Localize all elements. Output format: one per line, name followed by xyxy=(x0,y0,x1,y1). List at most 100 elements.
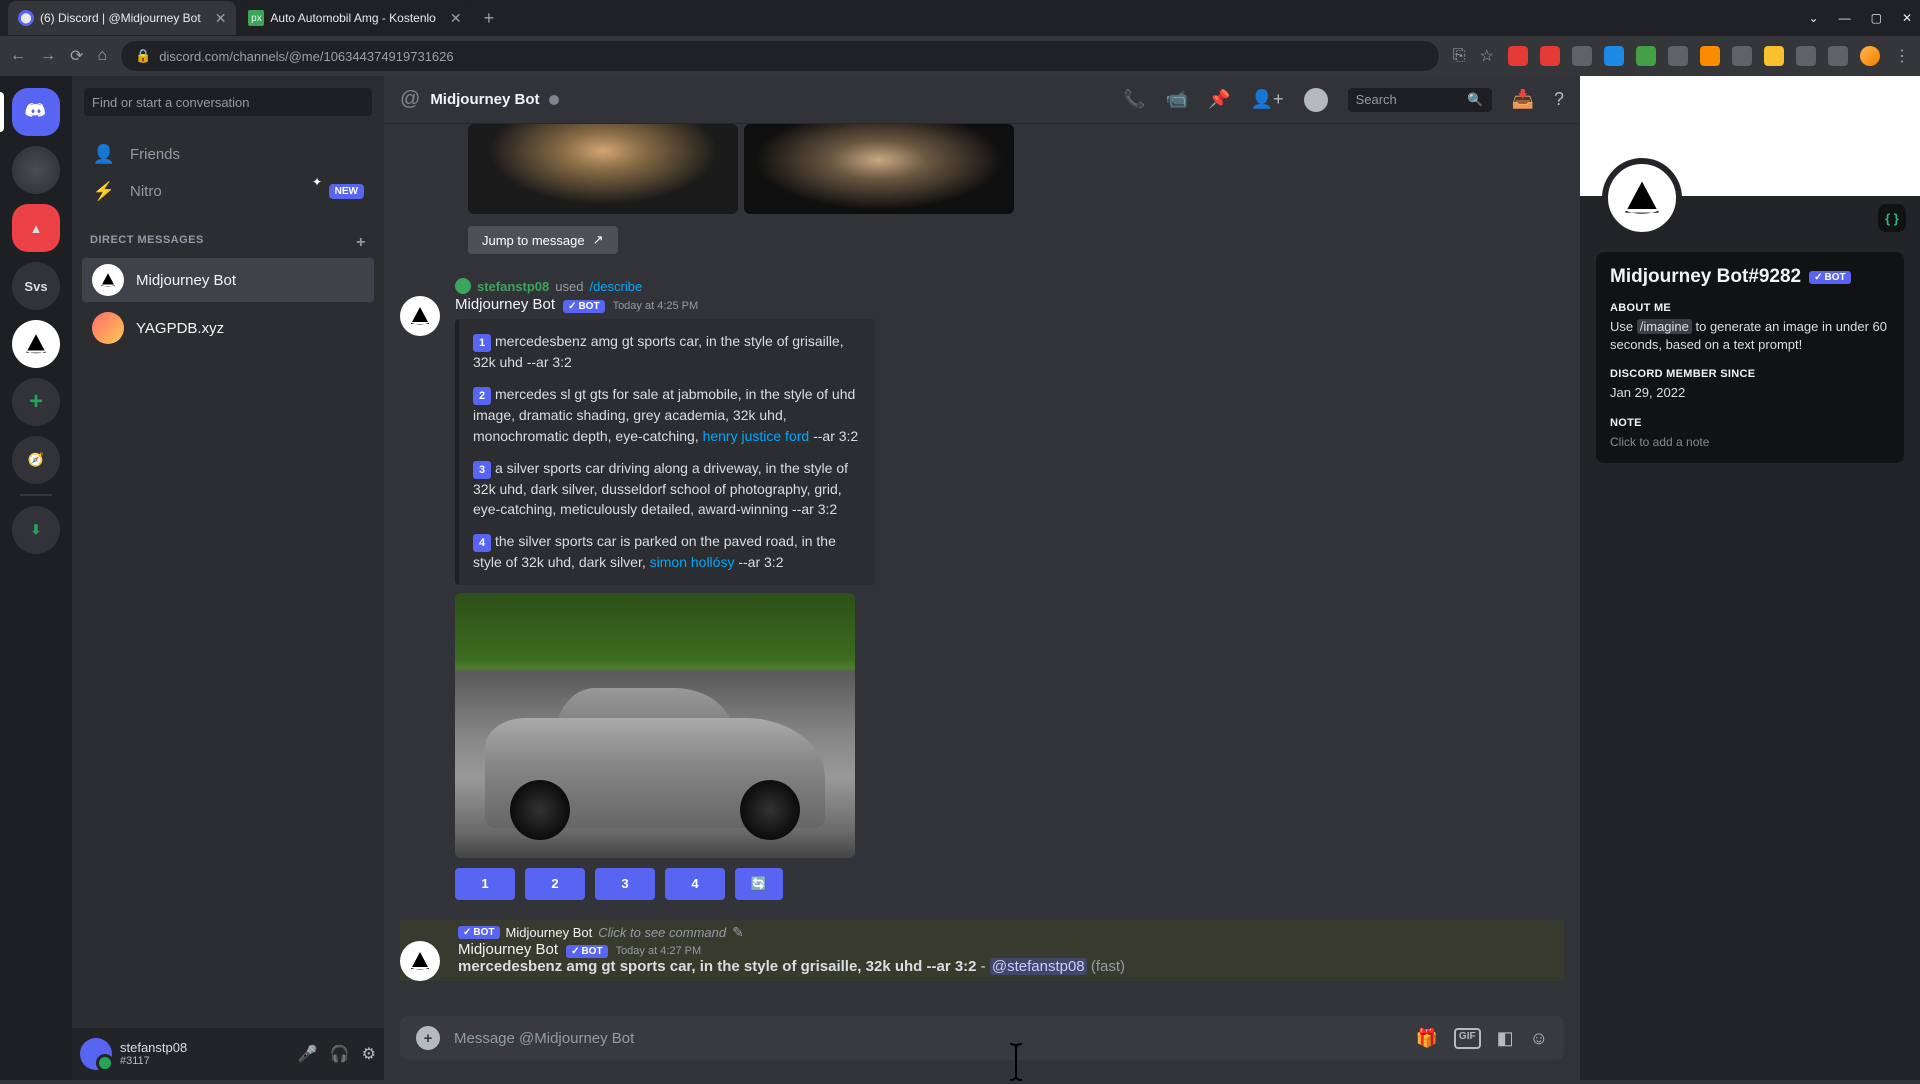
button-row: 1 2 3 4 🔄 xyxy=(455,868,1564,900)
extension-icon[interactable] xyxy=(1572,46,1592,66)
extension-icon[interactable] xyxy=(1764,46,1784,66)
browser-tab-active[interactable]: ⬤ (6) Discord | @Midjourney Bot ✕ xyxy=(8,1,236,35)
message-author[interactable]: Midjourney Bot xyxy=(455,296,555,313)
note-input[interactable]: Click to add a note xyxy=(1610,435,1890,449)
extension-icon[interactable] xyxy=(1668,46,1688,66)
address-bar[interactable]: 🔒 discord.com/channels/@me/1063443749197… xyxy=(121,41,1439,71)
menu-icon[interactable]: ⋮ xyxy=(1894,46,1910,66)
dm-item-yagpdb[interactable]: YAGPDB.xyz xyxy=(82,306,374,350)
download-apps-button[interactable]: ⬇ xyxy=(12,506,60,554)
extension-icon[interactable] xyxy=(1732,46,1752,66)
maximize-icon[interactable]: ▢ xyxy=(1871,11,1882,25)
dm-item-midjourney[interactable]: Midjourney Bot xyxy=(82,258,374,302)
message-input[interactable]: + Message @Midjourney Bot 🎁 GIF ◧ ☺ xyxy=(400,1016,1564,1060)
minimize-icon[interactable]: — xyxy=(1839,11,1851,25)
dm-name: YAGPDB.xyz xyxy=(136,320,224,337)
attached-car-image[interactable] xyxy=(455,593,855,858)
install-icon[interactable]: ⎘ xyxy=(1453,47,1466,65)
message-author[interactable]: Midjourney Bot xyxy=(458,941,558,958)
server-icon[interactable]: ▲ xyxy=(12,204,60,252)
server-midjourney-icon[interactable] xyxy=(12,320,60,368)
abp-extension-icon[interactable] xyxy=(1508,46,1528,66)
user-mention[interactable]: @stefanstp08 xyxy=(990,958,1087,975)
close-icon[interactable]: ✕ xyxy=(450,10,462,27)
deafen-icon[interactable]: 🎧 xyxy=(330,1044,350,1064)
reply-context[interactable]: stefanstp08 used /describe xyxy=(455,278,1564,294)
tab-title: Auto Automobil Amg - Kostenlo xyxy=(270,11,435,25)
mute-mic-icon[interactable]: 🎤 xyxy=(298,1044,318,1064)
imagine-command-chip: /imagine xyxy=(1637,319,1692,334)
message-body: mercedesbenz amg gt sports car, in the s… xyxy=(458,958,1564,975)
user-profile-icon[interactable] xyxy=(1304,88,1328,112)
pinned-icon[interactable]: 📌 xyxy=(1208,89,1230,110)
prompt-3-button[interactable]: 3 xyxy=(595,868,655,900)
dm-home-button[interactable] xyxy=(12,88,60,136)
sail-icon xyxy=(408,949,432,973)
message-avatar[interactable] xyxy=(400,941,440,981)
add-friends-icon[interactable]: 👤+ xyxy=(1251,89,1284,110)
sail-icon xyxy=(408,304,432,328)
emoji-icon[interactable]: ☺ xyxy=(1530,1028,1548,1049)
avatar xyxy=(92,264,124,296)
nitro-tab[interactable]: ⚡ Nitro ✦ NEW xyxy=(82,173,374,210)
help-icon[interactable]: ? xyxy=(1554,89,1564,110)
add-server-button[interactable]: + xyxy=(12,378,60,426)
number-4-icon: 4 xyxy=(473,534,491,552)
prompt-1-button[interactable]: 1 xyxy=(455,868,515,900)
attach-button[interactable]: + xyxy=(416,1026,440,1050)
about-me-body: Use /imagine to generate an image in und… xyxy=(1610,318,1890,354)
reload-button[interactable]: ⟳ xyxy=(70,46,83,66)
close-icon[interactable]: ✕ xyxy=(215,10,227,27)
chat-messages[interactable]: Jump to message ↗ stefanstp08 used /desc… xyxy=(384,124,1580,1016)
video-call-icon[interactable]: 📹 xyxy=(1166,89,1188,110)
settings-gear-icon[interactable]: ⚙ xyxy=(362,1044,376,1064)
user-avatar[interactable] xyxy=(80,1038,112,1070)
search-placeholder: Find or start a conversation xyxy=(92,95,250,110)
extension-icon[interactable] xyxy=(1604,46,1624,66)
chevron-down-icon[interactable]: ⌄ xyxy=(1809,11,1819,25)
server-icon[interactable]: Svs xyxy=(12,262,60,310)
extension-icon[interactable] xyxy=(1540,46,1560,66)
extension-icon[interactable] xyxy=(1636,46,1656,66)
server-icon[interactable] xyxy=(12,146,60,194)
gift-icon[interactable]: 🎁 xyxy=(1416,1028,1438,1049)
sparkle-icon: ✦ xyxy=(312,175,322,189)
avatar xyxy=(92,312,124,344)
extensions-puzzle-icon[interactable] xyxy=(1796,46,1816,66)
friends-tab[interactable]: 👤 Friends xyxy=(82,136,374,173)
browser-tab[interactable]: px Auto Automobil Amg - Kostenlo ✕ xyxy=(238,1,471,35)
link-simon-hollosy[interactable]: simon hollósy xyxy=(650,554,735,570)
gif-icon[interactable]: GIF xyxy=(1454,1028,1481,1049)
profile-avatar[interactable] xyxy=(1602,158,1682,238)
link-henry-justice-ford[interactable]: henry justice ford xyxy=(703,428,810,444)
new-tab-button[interactable]: + xyxy=(474,8,505,29)
jump-to-message-button[interactable]: Jump to message ↗ xyxy=(468,226,618,254)
profile-avatar-icon[interactable] xyxy=(1860,46,1880,66)
search-input[interactable]: Search 🔍 xyxy=(1348,88,1492,112)
side-panel-icon[interactable] xyxy=(1828,46,1848,66)
prompt-2-button[interactable]: 2 xyxy=(525,868,585,900)
inbox-icon[interactable]: 📥 xyxy=(1512,89,1534,110)
extension-icon[interactable] xyxy=(1700,46,1720,66)
fast-label: (fast) xyxy=(1087,958,1125,975)
sticker-icon[interactable]: ◧ xyxy=(1497,1028,1514,1049)
reply-username: stefanstp08 xyxy=(477,279,549,294)
voice-call-icon[interactable]: 📞 xyxy=(1123,89,1145,110)
generated-image[interactable] xyxy=(468,124,738,214)
create-dm-button[interactable]: + xyxy=(356,234,366,252)
message-avatar[interactable] xyxy=(400,296,440,336)
forward-button[interactable]: → xyxy=(40,47,56,65)
refresh-button[interactable]: 🔄 xyxy=(735,868,783,900)
prompt-4-button[interactable]: 4 xyxy=(665,868,725,900)
command-reply-context[interactable]: ✓ BOT Midjourney Bot Click to see comman… xyxy=(458,924,1564,941)
user-info[interactable]: stefanstp08 #3117 xyxy=(120,1040,290,1069)
bot-developer-badge[interactable]: { } xyxy=(1878,204,1906,232)
back-button[interactable]: ← xyxy=(10,47,26,65)
explore-servers-button[interactable]: 🧭 xyxy=(12,436,60,484)
generated-image[interactable] xyxy=(744,124,1014,214)
close-window-icon[interactable]: ✕ xyxy=(1902,11,1912,25)
quick-switcher-input[interactable]: Find or start a conversation xyxy=(84,88,372,116)
nitro-label: Nitro xyxy=(130,183,162,200)
home-button[interactable]: ⌂ xyxy=(97,47,107,65)
bookmark-icon[interactable]: ☆ xyxy=(1480,46,1494,66)
